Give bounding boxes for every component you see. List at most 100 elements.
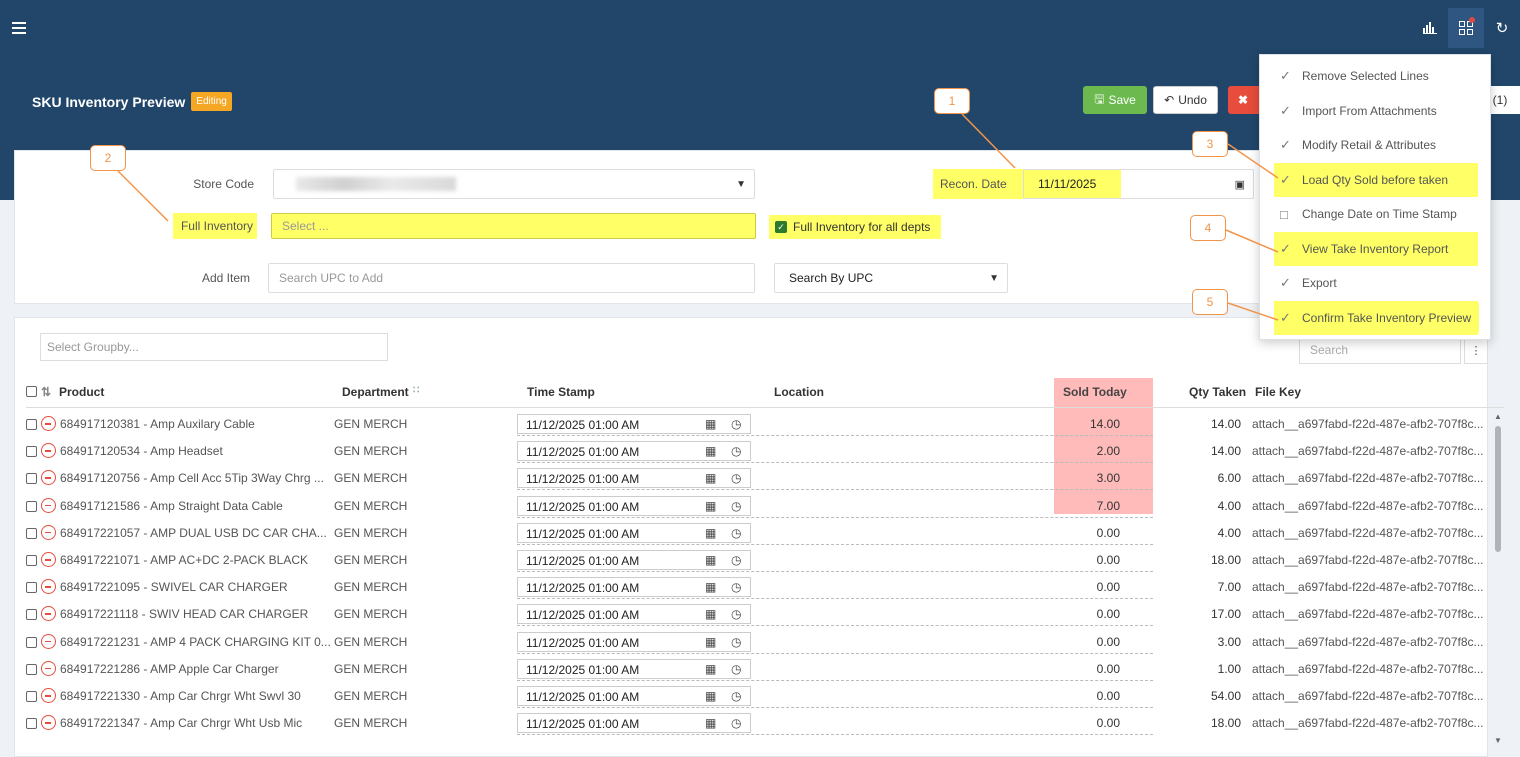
location-cell[interactable] xyxy=(517,489,1153,491)
column-header-department[interactable]: Department xyxy=(342,385,409,399)
time-stamp-input[interactable]: 11/12/2025 01:00 AM ▦ ◷ xyxy=(517,604,751,625)
remove-line-icon[interactable] xyxy=(41,497,56,513)
calendar-icon[interactable]: ▦ xyxy=(705,471,716,485)
recon-date-input[interactable]: 11/11/2025 ▣ xyxy=(1023,169,1254,199)
table-row[interactable]: 684917120756 - Amp Cell Acc 5Tip 3Way Ch… xyxy=(26,465,1496,492)
time-stamp-input[interactable]: 11/12/2025 01:00 AM ▦ ◷ xyxy=(517,686,751,706)
time-stamp-input[interactable]: 11/12/2025 01:00 AM ▦ ◷ xyxy=(517,631,751,652)
remove-line-icon[interactable] xyxy=(41,552,56,567)
clock-icon[interactable]: ◷ xyxy=(731,526,741,540)
clock-icon[interactable]: ◷ xyxy=(731,635,741,649)
calendar-icon[interactable]: ▦ xyxy=(705,580,716,594)
row-checkbox[interactable] xyxy=(26,636,37,648)
column-header-qty-taken[interactable]: Qty Taken xyxy=(1189,385,1246,399)
time-stamp-input[interactable]: 11/12/2025 01:00 AM ▦ ◷ xyxy=(517,414,751,434)
grid-scrollbar[interactable]: ▲ ▼ xyxy=(1494,412,1502,746)
refresh-icon[interactable]: ↻ xyxy=(1484,8,1520,48)
time-stamp-input[interactable]: 11/12/2025 01:00 AM ▦ ◷ xyxy=(517,495,751,516)
scrollbar-thumb[interactable] xyxy=(1495,426,1501,552)
table-row[interactable]: 684917120534 - Amp Headset GEN MERCH 11/12… xyxy=(26,438,1496,465)
remove-line-icon[interactable] xyxy=(41,688,56,703)
row-checkbox[interactable] xyxy=(26,609,37,621)
remove-line-icon[interactable] xyxy=(41,633,56,649)
hamburger-menu-icon[interactable] xyxy=(12,22,26,34)
menu-item[interactable]: ✓ Export xyxy=(1260,266,1490,301)
location-cell[interactable] xyxy=(517,598,1153,600)
row-checkbox[interactable] xyxy=(26,527,37,539)
menu-item[interactable]: ✓ Load Qty Sold before taken xyxy=(1260,162,1490,197)
table-row[interactable]: 684917221231 - AMP 4 PACK CHARGING KIT 0… xyxy=(26,629,1496,656)
grid-search-input[interactable]: Search xyxy=(1299,336,1461,364)
table-row[interactable]: 684917221095 - SWIVEL CAR CHARGER GEN MER… xyxy=(26,574,1496,601)
column-header-location[interactable]: Location xyxy=(774,385,824,399)
clock-icon[interactable]: ◷ xyxy=(731,716,741,730)
remove-line-icon[interactable] xyxy=(41,660,56,676)
time-stamp-input[interactable]: 11/12/2025 01:00 AM ▦ ◷ xyxy=(517,577,751,598)
store-code-select[interactable]: ▼ xyxy=(273,169,755,199)
row-checkbox[interactable] xyxy=(26,500,37,512)
column-header-product[interactable]: Product xyxy=(59,385,104,399)
calendar-icon[interactable]: ▦ xyxy=(705,689,716,703)
search-by-select[interactable]: Search By UPC ▼ xyxy=(774,263,1008,293)
column-header-sold-today[interactable]: Sold Today xyxy=(1063,385,1127,399)
time-stamp-input[interactable]: 11/12/2025 01:00 AM ▦ ◷ xyxy=(517,441,751,462)
calendar-icon[interactable]: ▦ xyxy=(705,716,716,730)
calendar-icon[interactable]: ▦ xyxy=(705,635,716,649)
grid-apps-icon[interactable] xyxy=(1448,8,1484,48)
table-row[interactable]: 684917221330 - Amp Car Chrgr Wht Swvl 30… xyxy=(26,683,1496,710)
menu-item[interactable]: ✓ Confirm Take Inventory Preview xyxy=(1260,300,1490,335)
remove-line-icon[interactable] xyxy=(41,524,56,540)
table-row[interactable]: 684917120381 - Amp Auxilary Cable GEN MER… xyxy=(26,411,1496,438)
calendar-icon[interactable]: ▦ xyxy=(705,662,716,676)
select-all-checkbox[interactable] xyxy=(26,386,37,397)
clock-icon[interactable]: ◷ xyxy=(731,499,741,513)
calendar-icon[interactable]: ▦ xyxy=(705,553,716,567)
clock-icon[interactable]: ◷ xyxy=(731,689,741,703)
calendar-icon[interactable]: ▦ xyxy=(705,499,716,513)
location-cell[interactable] xyxy=(517,543,1153,545)
remove-line-icon[interactable] xyxy=(41,715,56,731)
row-checkbox[interactable] xyxy=(26,555,37,566)
clock-icon[interactable]: ◷ xyxy=(731,417,741,431)
table-row[interactable]: 684917221347 - Amp Car Chrgr Wht Usb Mic… xyxy=(26,710,1496,737)
location-cell[interactable] xyxy=(517,707,1153,708)
column-filter-icon[interactable]: ∷ xyxy=(413,385,419,396)
clock-icon[interactable]: ◷ xyxy=(731,553,741,567)
menu-item[interactable]: ✓ Remove Selected Lines xyxy=(1260,59,1490,94)
time-stamp-input[interactable]: 11/12/2025 01:00 AM ▦ ◷ xyxy=(517,713,751,734)
table-row[interactable]: 684917221118 - SWIV HEAD CAR CHARGER GEN … xyxy=(26,601,1496,628)
groupby-input[interactable]: Select Groupby... xyxy=(40,333,388,361)
remove-line-icon[interactable] xyxy=(41,606,56,622)
time-stamp-input[interactable]: 11/12/2025 01:00 AM ▦ ◷ xyxy=(517,522,751,543)
table-row[interactable]: 684917221057 - AMP DUAL USB DC CAR CHA..… xyxy=(26,520,1496,547)
location-cell[interactable] xyxy=(517,679,1153,681)
location-cell[interactable] xyxy=(517,734,1153,736)
time-stamp-input[interactable]: 11/12/2025 01:00 AM ▦ ◷ xyxy=(517,658,751,679)
clock-icon[interactable]: ◷ xyxy=(731,580,741,594)
row-checkbox[interactable] xyxy=(26,691,37,702)
calendar-icon[interactable]: ▣ xyxy=(1235,178,1245,191)
menu-item[interactable]: ✓ View Take Inventory Report xyxy=(1260,231,1490,266)
full-inventory-select[interactable]: Select ... xyxy=(271,213,756,239)
save-button[interactable]: 🖫 Save xyxy=(1083,86,1147,114)
sort-icon[interactable]: ⇅ xyxy=(41,385,51,399)
remove-line-icon[interactable] xyxy=(41,579,56,595)
location-cell[interactable] xyxy=(517,625,1153,627)
scroll-down-arrow-icon[interactable]: ▼ xyxy=(1494,736,1502,745)
calendar-icon[interactable]: ▦ xyxy=(705,607,716,621)
location-cell[interactable] xyxy=(517,571,1153,572)
row-checkbox[interactable] xyxy=(26,446,37,458)
calendar-icon[interactable]: ▦ xyxy=(705,526,716,540)
clock-icon[interactable]: ◷ xyxy=(731,662,741,676)
undo-button[interactable]: ↶ Undo xyxy=(1153,86,1218,114)
calendar-icon[interactable]: ▦ xyxy=(705,417,716,431)
calendar-icon[interactable]: ▦ xyxy=(705,444,716,458)
menu-item[interactable]: ✓ Modify Retail & Attributes xyxy=(1260,128,1490,163)
clock-icon[interactable]: ◷ xyxy=(731,471,741,485)
row-checkbox[interactable] xyxy=(26,582,37,594)
table-row[interactable]: 684917221286 - AMP Apple Car Charger GEN … xyxy=(26,656,1496,683)
row-checkbox[interactable] xyxy=(26,473,37,485)
row-checkbox[interactable] xyxy=(26,663,37,675)
remove-line-icon[interactable] xyxy=(41,443,56,459)
location-cell[interactable] xyxy=(517,462,1153,464)
